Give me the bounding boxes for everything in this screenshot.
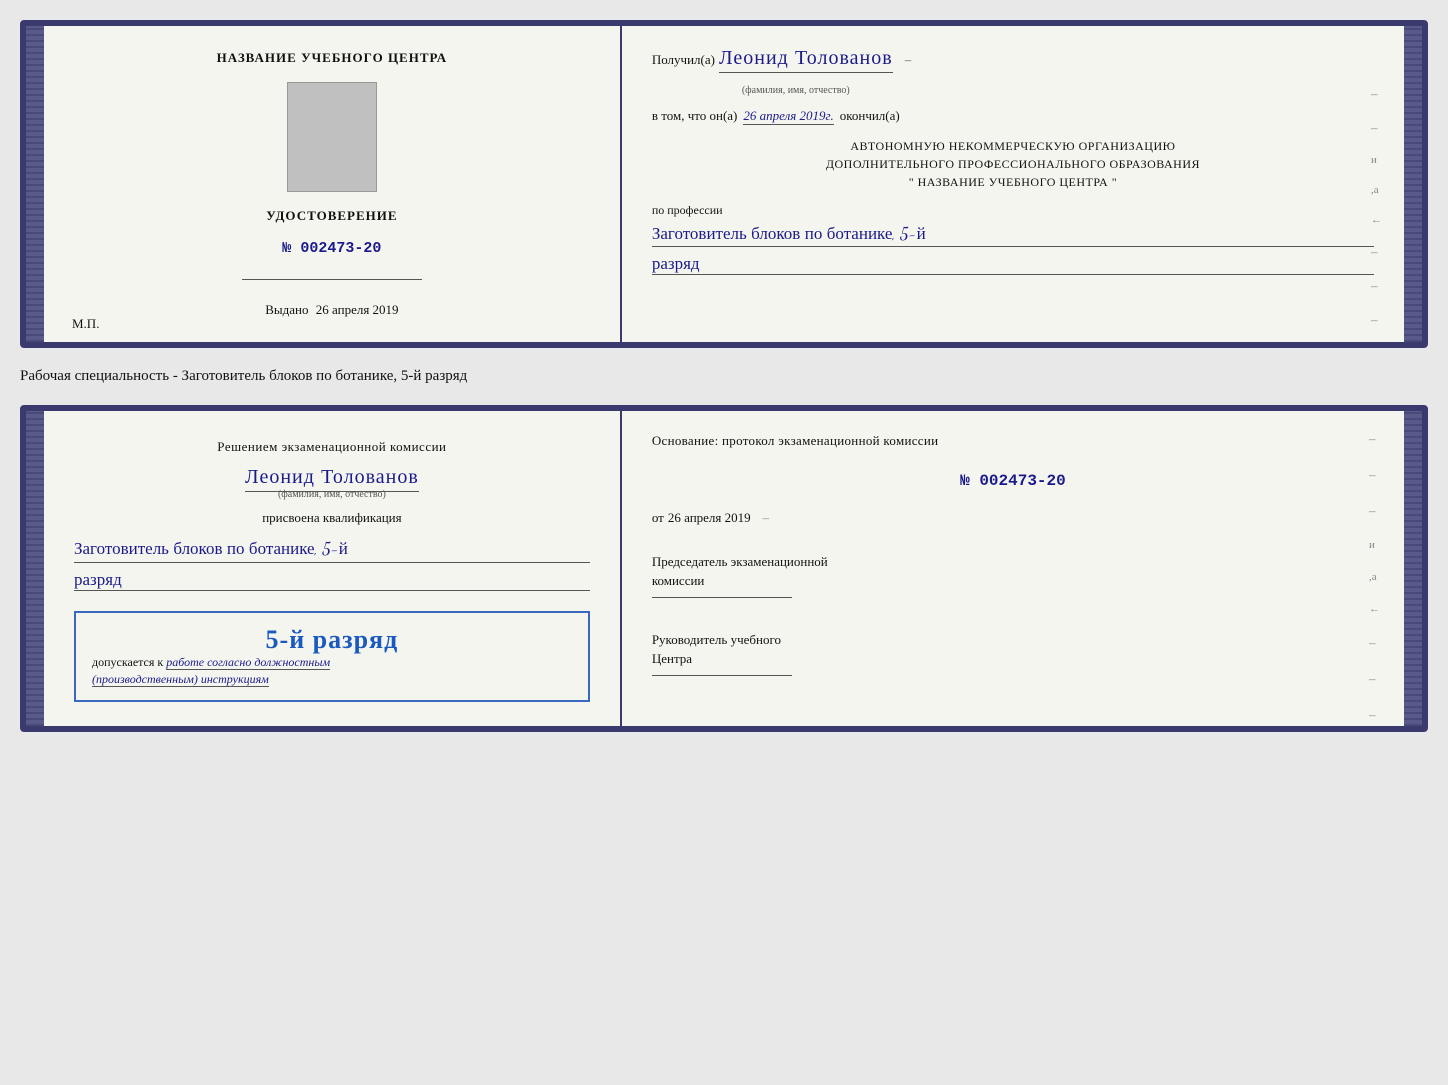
number-value: 002473-20 bbox=[300, 240, 381, 257]
org-line2: ДОПОЛНИТЕЛЬНОГО ПРОФЕССИОНАЛЬНОГО ОБРАЗО… bbox=[652, 155, 1374, 173]
right-decoration: – – – и ,а ← – – – – – bbox=[1369, 431, 1380, 732]
prisvoyena-text: присвоена квалификация bbox=[262, 510, 401, 526]
predsedatel-line2: комиссии bbox=[652, 571, 1374, 591]
predsedatel-block: Председатель экзаменационной комиссии bbox=[652, 552, 1374, 604]
predsedatel-sign-line bbox=[652, 597, 792, 598]
ot-line: от 26 апреля 2019 – bbox=[652, 510, 1374, 526]
rukovoditel-line1: Руководитель учебного bbox=[652, 630, 1374, 650]
vydano-line: Выдано 26 апреля 2019 bbox=[265, 302, 398, 318]
osnovanie-block: Основание: протокол экзаменационной коми… bbox=[652, 431, 1374, 452]
resheniem-text: Решением экзаменационной комиссии bbox=[217, 439, 446, 455]
specialty-label: Рабочая специальность - Заготовитель бло… bbox=[20, 364, 1428, 389]
vydano-date: 26 апреля 2019 bbox=[316, 302, 399, 317]
left-spine bbox=[26, 26, 44, 342]
vtom-line: в том, что он(а) 26 апреля 2019г. окончи… bbox=[652, 108, 1374, 125]
protocol-number-value: 002473-20 bbox=[979, 472, 1065, 490]
name-block: Леонид Толованов (фамилия, имя, отчество… bbox=[245, 465, 419, 500]
bottom-right-spine bbox=[1404, 411, 1422, 726]
profession-block: по профессии Заготовитель блоков по бота… bbox=[652, 203, 1374, 275]
ot-date: 26 апреля 2019 bbox=[668, 510, 751, 526]
dopuskaetsya-text: допускается к работе согласно должностны… bbox=[92, 655, 572, 670]
vydano-label: Выдано bbox=[265, 302, 308, 317]
poluchil-prefix: Получил(а) bbox=[652, 52, 715, 68]
number-prefix: № bbox=[282, 240, 291, 257]
stamp-text: 5-й разряд bbox=[92, 625, 572, 655]
razryad-value: разряд bbox=[652, 253, 1374, 275]
qualification-value: Заготовитель блоков по ботанике, 5-й bbox=[74, 536, 590, 563]
stamp-box: 5-й разряд допускается к работе согласно… bbox=[74, 611, 590, 702]
vtom-suffix: окончил(а) bbox=[840, 108, 900, 124]
top-doc-right: Получил(а) Леонид Толованов – (фамилия, … bbox=[622, 26, 1404, 342]
photo-placeholder bbox=[287, 82, 377, 192]
org-line3: " НАЗВАНИЕ УЧЕБНОГО ЦЕНТРА " bbox=[652, 173, 1374, 191]
side-marks: – – и ,а ← – – – – bbox=[1371, 86, 1382, 348]
dopuskaetsya-prefix: допускается к bbox=[92, 655, 163, 669]
rukovoditel-block: Руководитель учебного Центра bbox=[652, 630, 1374, 682]
recipient-name: Леонид Толованов bbox=[719, 46, 893, 73]
bottom-doc-left: Решением экзаменационной комиссии Леонид… bbox=[44, 411, 622, 726]
bottom-left-spine bbox=[26, 411, 44, 726]
rabote-text: работе согласно должностным bbox=[166, 655, 330, 670]
bottom-document: Решением экзаменационной комиссии Леонид… bbox=[20, 405, 1428, 732]
profession-value: Заготовитель блоков по ботанике, 5-й bbox=[652, 222, 1374, 247]
mp-label: М.П. bbox=[72, 316, 99, 332]
bottom-name: Леонид Толованов bbox=[245, 465, 419, 492]
org-line1: АВТОНОМНУЮ НЕКОММЕРЧЕСКУЮ ОРГАНИЗАЦИЮ bbox=[652, 137, 1374, 155]
predsedatel-line1: Председатель экзаменационной bbox=[652, 552, 1374, 572]
instruktsiyam-text: (производственным) инструкциям bbox=[92, 672, 269, 687]
name-subtitle-top: (фамилия, имя, отчество) bbox=[742, 85, 1374, 96]
vtom-prefix: в том, что он(а) bbox=[652, 108, 738, 124]
protocol-prefix: № bbox=[960, 472, 970, 490]
bottom-doc-right: Основание: протокол экзаменационной коми… bbox=[622, 411, 1404, 726]
udostoverenie-title: УДОСТОВЕРЕНИЕ bbox=[266, 208, 397, 224]
page-wrapper: НАЗВАНИЕ УЧЕБНОГО ЦЕНТРА УДОСТОВЕРЕНИЕ №… bbox=[20, 20, 1428, 732]
udostoverenie-number: № 002473-20 bbox=[282, 240, 381, 257]
center-title: НАЗВАНИЕ УЧЕБНОГО ЦЕНТРА bbox=[217, 50, 448, 66]
ot-prefix: от bbox=[652, 510, 664, 526]
line-separator-1 bbox=[242, 279, 422, 280]
po-professii: по профессии bbox=[652, 203, 723, 217]
right-spine bbox=[1404, 26, 1422, 342]
top-doc-left: НАЗВАНИЕ УЧЕБНОГО ЦЕНТРА УДОСТОВЕРЕНИЕ №… bbox=[44, 26, 622, 342]
org-block: АВТОНОМНУЮ НЕКОММЕРЧЕСКУЮ ОРГАНИЗАЦИЮ ДО… bbox=[652, 137, 1374, 191]
rukovoditel-sign-line bbox=[652, 675, 792, 676]
bottom-razryad: разряд bbox=[74, 569, 590, 591]
top-document: НАЗВАНИЕ УЧЕБНОГО ЦЕНТРА УДОСТОВЕРЕНИЕ №… bbox=[20, 20, 1428, 348]
rukovoditel-line2: Центра bbox=[652, 649, 1374, 669]
poluchil-line: Получил(а) Леонид Толованов – bbox=[652, 46, 1374, 73]
bottom-profession-block: Заготовитель блоков по ботанике, 5-й раз… bbox=[74, 536, 590, 591]
protocol-number: № 002473-20 bbox=[652, 472, 1374, 490]
vtom-date: 26 апреля 2019г. bbox=[743, 108, 833, 125]
